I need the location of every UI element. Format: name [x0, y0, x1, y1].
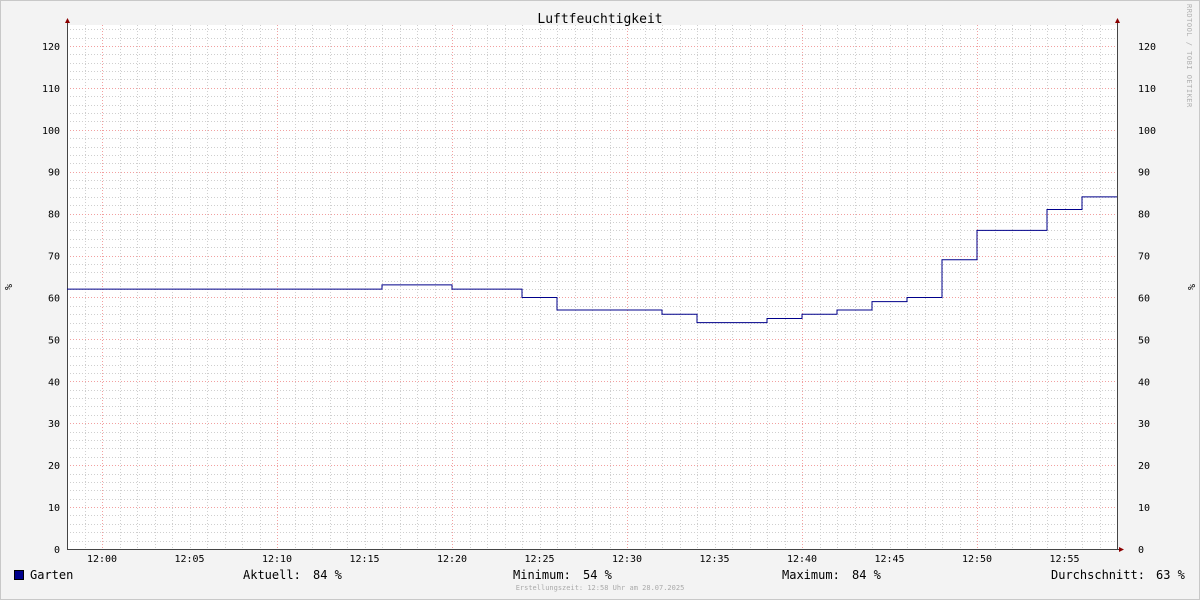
- y-tick-label-right: 40: [1138, 377, 1150, 388]
- y-tick-label-left: 90: [48, 168, 60, 179]
- y-tick-label-right: 90: [1138, 168, 1150, 179]
- y-tick-label-right: 120: [1138, 42, 1156, 53]
- y-tick-label-left: 0: [54, 545, 60, 556]
- x-tick-label: 12:30: [612, 554, 642, 565]
- watermark: RRDTOOL / TOBI OETIKER: [1185, 4, 1193, 108]
- legend-max-label: Maximum:: [782, 568, 840, 582]
- x-tick-label: 12:00: [87, 554, 117, 565]
- y-tick-label-right: 70: [1138, 252, 1150, 263]
- x-tick-label: 12:25: [524, 554, 554, 565]
- x-axis-arrow: [1119, 547, 1124, 552]
- y-tick-label-left: 50: [48, 335, 60, 346]
- creation-timestamp: Erstellungszeit: 12:58 Uhr am 28.07.2025: [515, 584, 685, 592]
- y-axis-arrow-right: [1115, 18, 1120, 23]
- legend-swatch: [14, 570, 24, 580]
- x-tick-label: 12:55: [1049, 554, 1079, 565]
- x-tick-label: 12:20: [437, 554, 467, 565]
- y-tick-label-right: 80: [1138, 210, 1150, 221]
- legend: Garten Aktuell: 84 % Minimum: 54 % Maxim…: [0, 566, 1200, 586]
- legend-current-value: 84 %: [313, 568, 342, 582]
- y-tick-label-right: 0: [1138, 545, 1144, 556]
- y-tick-label-left: 120: [42, 42, 60, 53]
- y-tick-label-left: 10: [48, 503, 60, 514]
- y-tick-label-right: 30: [1138, 419, 1150, 430]
- x-tick-label: 12:40: [787, 554, 817, 565]
- y-tick-label-left: 110: [42, 84, 60, 95]
- legend-avg-label: Durchschnitt:: [1051, 568, 1145, 582]
- x-tick-label: 12:05: [174, 554, 204, 565]
- chart-title: Luftfeuchtigkeit: [537, 12, 662, 27]
- y-tick-label-right: 20: [1138, 461, 1150, 472]
- y-tick-label-left: 20: [48, 461, 60, 472]
- y-tick-label-right: 50: [1138, 335, 1150, 346]
- legend-min-label: Minimum:: [513, 568, 571, 582]
- y-tick-label-right: 100: [1138, 126, 1156, 137]
- y-tick-label-left: 30: [48, 419, 60, 430]
- x-tick-label: 12:10: [262, 554, 292, 565]
- y-axis-label-right: %: [1185, 284, 1196, 290]
- y-tick-label-right: 10: [1138, 503, 1150, 514]
- x-tick-labels: 12:00 12:05 12:10 12:15 12:20 12:25 12:30 12:35…: [87, 554, 1080, 565]
- x-tick-label: 12:15: [349, 554, 379, 565]
- x-tick-label: 12:35: [699, 554, 729, 565]
- legend-max-value: 84 %: [852, 568, 881, 582]
- x-tick-label: 12:45: [874, 554, 904, 565]
- y-tick-labels-right: 0 10 20 30 40 50 60 70 80 90 100 110 120: [1138, 42, 1156, 556]
- y-tick-labels-left: 0 10 20 30 40 50 60 70 80 90 100 110 120: [42, 42, 60, 556]
- y-axis-label-left: %: [4, 284, 15, 290]
- y-tick-label-left: 80: [48, 210, 60, 221]
- y-axis-arrow-left: [65, 18, 70, 23]
- legend-min-value: 54 %: [583, 568, 612, 582]
- legend-series-name: Garten: [30, 568, 74, 582]
- y-tick-label-left: 60: [48, 293, 60, 304]
- y-tick-label-left: 100: [42, 126, 60, 137]
- chart-canvas: 0 10 20 30 40 50 60 70 80 90 100 110 120 0 10 20 30 40 50…: [4, 12, 1196, 565]
- y-tick-label-right: 60: [1138, 293, 1150, 304]
- y-tick-label-left: 40: [48, 377, 60, 388]
- legend-avg-value: 63 %: [1156, 568, 1185, 582]
- y-tick-label-right: 110: [1138, 84, 1156, 95]
- x-tick-label: 12:50: [962, 554, 992, 565]
- legend-current-label: Aktuell:: [243, 568, 301, 582]
- y-tick-label-left: 70: [48, 252, 60, 263]
